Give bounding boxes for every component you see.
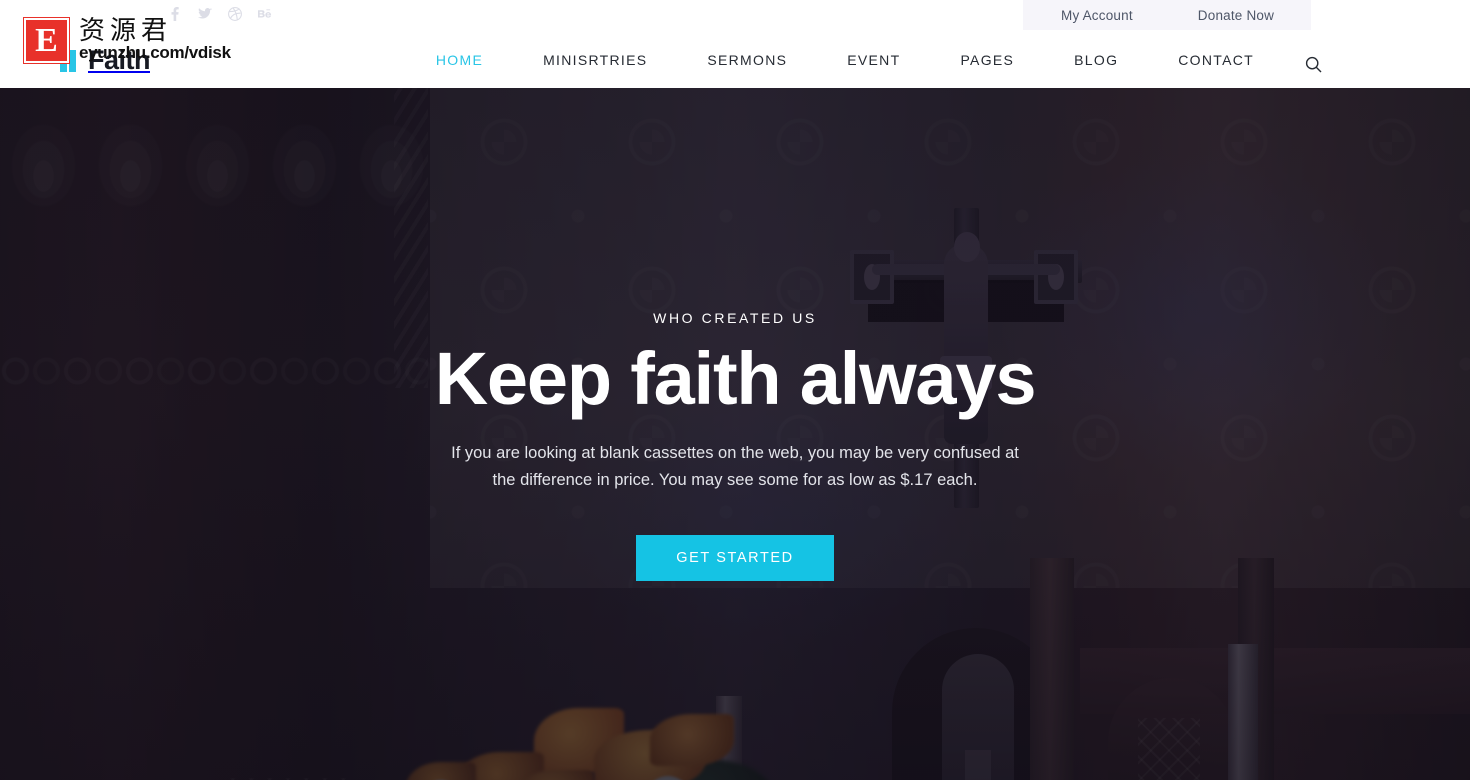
get-started-button[interactable]: GET STARTED	[636, 534, 834, 582]
my-account-link[interactable]: My Account	[1061, 8, 1133, 23]
hero-section: WHO CREATED US Keep faith always If you …	[0, 88, 1470, 780]
nav-item-home[interactable]: HOME	[436, 52, 513, 68]
nav-item-ministries[interactable]: MINISRTRIES	[513, 52, 677, 68]
logo-text: Faith	[88, 45, 151, 76]
main-navigation: HOME MINISRTRIES SERMONS EVENT PAGES BLO…	[436, 52, 1284, 68]
dribbble-icon[interactable]	[228, 6, 242, 22]
twitter-icon[interactable]	[198, 6, 212, 22]
facebook-icon[interactable]	[168, 6, 182, 22]
hero-eyebrow: WHO CREATED US	[653, 310, 817, 326]
nav-item-contact[interactable]: CONTACT	[1148, 52, 1284, 68]
search-icon[interactable]	[1301, 52, 1325, 76]
nav-item-sermons[interactable]: SERMONS	[677, 52, 817, 68]
site-logo[interactable]: Faith	[60, 45, 151, 76]
nav-item-blog[interactable]: BLOG	[1044, 52, 1148, 68]
page-title: Keep faith always	[434, 337, 1037, 420]
topbar-right-panel: My Account Donate Now	[1023, 0, 1311, 30]
hero-content: WHO CREATED US Keep faith always If you …	[0, 310, 1470, 582]
top-utility-bar: My Account Donate Now	[0, 0, 1470, 30]
behance-icon[interactable]	[258, 6, 272, 22]
nav-item-pages[interactable]: PAGES	[930, 52, 1044, 68]
social-links	[168, 6, 272, 22]
page-root: My Account Donate Now Faith HOME MINISRT…	[0, 0, 1470, 780]
logo-mark-icon	[60, 46, 82, 72]
donate-now-link[interactable]: Donate Now	[1198, 8, 1274, 23]
nav-item-event[interactable]: EVENT	[817, 52, 930, 68]
hero-subtitle: If you are looking at blank cassettes on…	[451, 444, 1019, 489]
